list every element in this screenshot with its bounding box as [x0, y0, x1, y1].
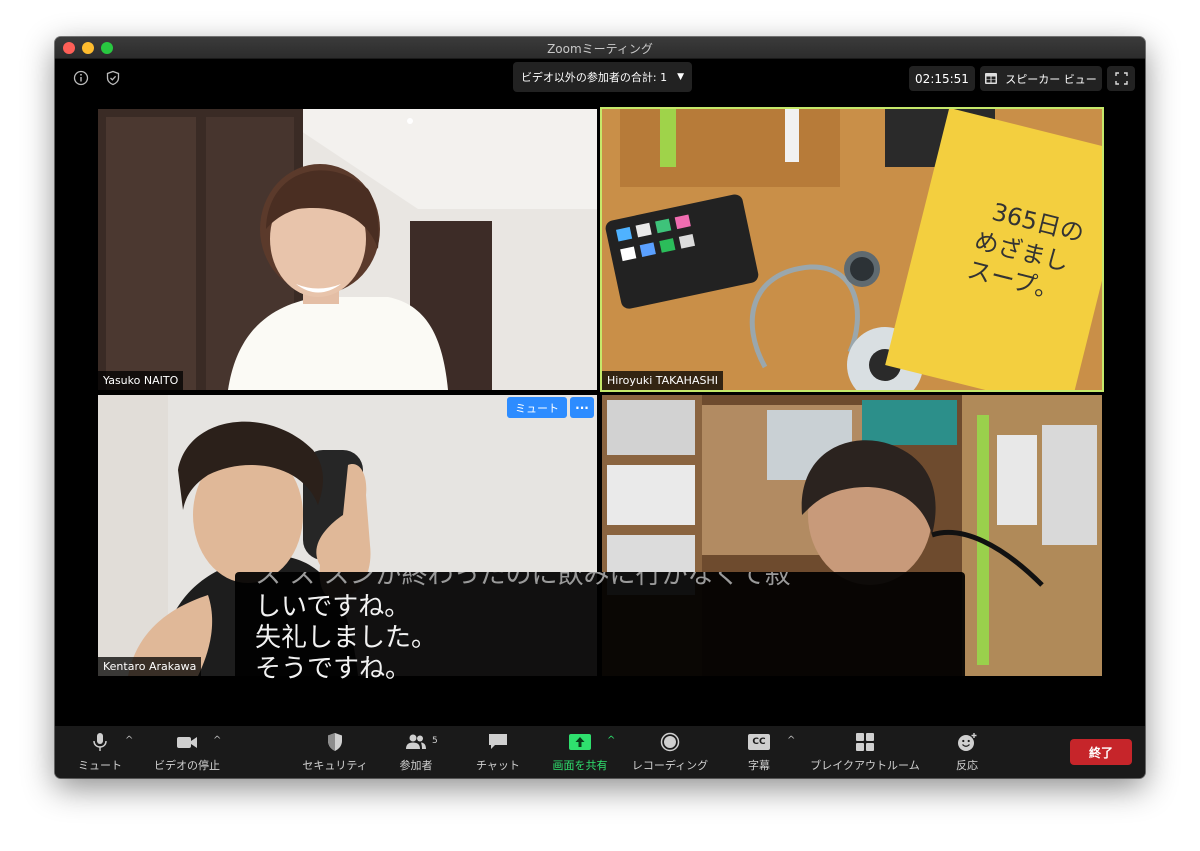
info-icon[interactable] [69, 67, 93, 89]
participants-icon [406, 734, 426, 749]
zoom-window: Zoomミーティング ビデオ以外の参加者の合計: 1 ▼ 02:15:51 スピ… [55, 37, 1145, 778]
participant-name: Yasuko NAITO [98, 371, 184, 390]
closed-captions-label: 字幕 [748, 759, 770, 772]
mute-button[interactable]: ミュート [77, 732, 123, 773]
participant-video: 365日の めざまし スープ。 [600, 107, 1104, 392]
meeting-controls-toolbar: ミュート ^ ビデオの停止 ^ セキュリティ 参加者 5 チャット 画面を共有 … [55, 726, 1145, 778]
security-shield-icon [328, 733, 342, 751]
meeting-top-bar: ビデオ以外の参加者の合計: 1 ▼ 02:15:51 スピーカー ビュー [55, 59, 1145, 97]
participant-name: Hiroyuki TAKAHASHI [602, 371, 723, 390]
chat-bubble-icon [489, 734, 507, 749]
closed-captions-icon: CC [748, 734, 770, 750]
encryption-shield-icon[interactable] [101, 67, 125, 89]
share-screen-button[interactable]: 画面を共有 [549, 732, 611, 773]
video-tile-hiroyuki[interactable]: 365日の めざまし スープ。 Hiroyuki TAKAHASHI [600, 107, 1104, 392]
record-label: レコーディング [631, 759, 709, 772]
mute-participant-button[interactable]: ミュート [507, 397, 567, 418]
live-captions-panel: ス ス スンが終わったのに飲みに行かなくて寂 しいですね。 失礼しました。 そう… [235, 572, 965, 684]
video-camera-icon [177, 737, 197, 748]
speaker-view-button[interactable]: スピーカー ビュー [980, 66, 1102, 91]
participant-video [98, 109, 597, 390]
fullscreen-icon[interactable] [1107, 66, 1135, 91]
video-tile-yasuko[interactable]: Yasuko NAITO [98, 109, 597, 390]
microphone-icon [93, 733, 107, 751]
grid-view-icon [985, 73, 998, 84]
non-video-participants-dropdown[interactable]: ビデオ以外の参加者の合計: 1 ▼ [513, 62, 692, 92]
captions-options-chevron-icon[interactable]: ^ [787, 735, 795, 746]
participant-name: Kentaro Arakawa [98, 657, 202, 676]
share-screen-icon [569, 734, 591, 750]
participants-button[interactable]: 参加者 [395, 732, 437, 773]
breakout-rooms-button[interactable]: ブレイクアウトルーム [807, 732, 923, 773]
audio-options-chevron-icon[interactable]: ^ [125, 735, 133, 746]
caption-line: ス ス スンが終わったのに飲みに行かなくて寂 [255, 572, 791, 590]
speaker-view-label: スピーカー ビュー [1005, 72, 1097, 86]
reactions-label: 反応 [956, 759, 978, 772]
chevron-down-icon: ▼ [677, 72, 685, 82]
record-icon [660, 732, 680, 752]
caption-line: 失礼しました。 [255, 623, 438, 653]
more-options-button[interactable]: ··· [570, 397, 594, 418]
breakout-rooms-label: ブレイクアウトルーム [810, 759, 920, 772]
video-options-chevron-icon[interactable]: ^ [213, 735, 221, 746]
record-button[interactable]: レコーディング [630, 732, 710, 773]
breakout-rooms-icon [856, 733, 874, 751]
end-meeting-button[interactable]: 終了 [1070, 739, 1132, 765]
non-video-participants-label: ビデオ以外の参加者の合計: 1 [520, 71, 668, 84]
reactions-smiley-icon [958, 733, 977, 751]
caption-line: そうですね。 [255, 654, 412, 684]
closed-captions-button[interactable]: CC 字幕 [743, 732, 775, 773]
chat-label: チャット [476, 759, 520, 772]
security-button[interactable]: セキュリティ [300, 732, 370, 773]
mute-label: ミュート [78, 759, 122, 772]
participants-count-badge: 5 [432, 736, 438, 746]
share-options-chevron-icon[interactable]: ^ [607, 735, 615, 746]
security-label: セキュリティ [302, 759, 368, 772]
stop-video-label: ビデオの停止 [154, 759, 220, 772]
window-title: Zoomミーティング [547, 42, 653, 56]
chat-button[interactable]: チャット [473, 732, 523, 773]
title-bar: Zoomミーティング [55, 37, 1145, 59]
participants-label: 参加者 [399, 759, 433, 772]
reactions-button[interactable]: 反応 [951, 732, 983, 773]
share-screen-label: 画面を共有 [552, 759, 608, 772]
caption-line: しいですね。 [255, 592, 411, 622]
meeting-timer: 02:15:51 [909, 66, 975, 91]
